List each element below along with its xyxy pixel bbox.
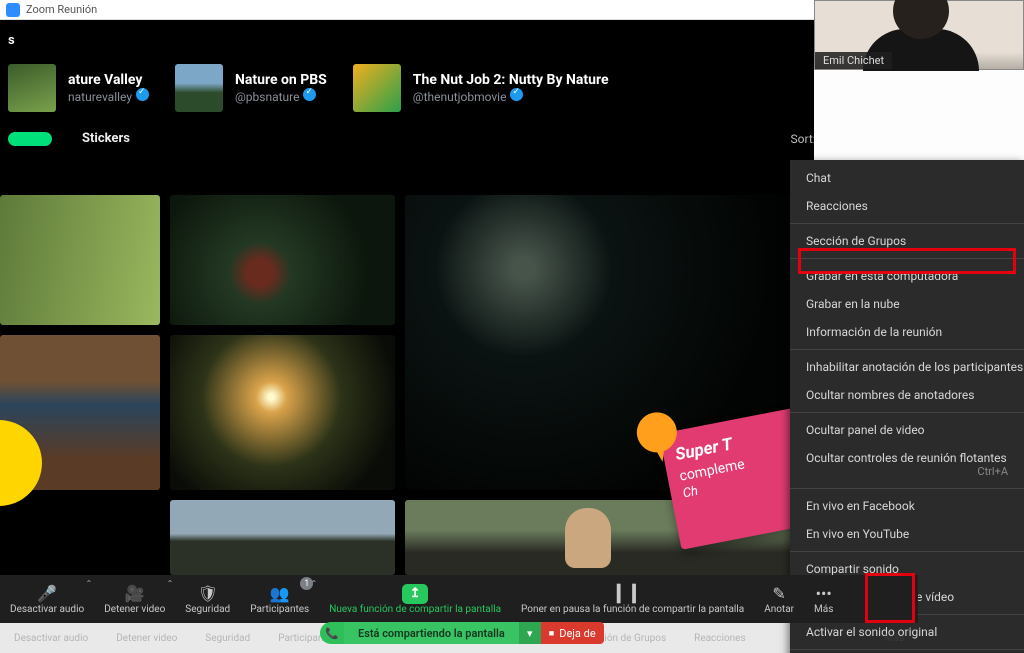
menu-item-hide-annotators[interactable]: Ocultar nombres de anotadores: [790, 381, 1024, 409]
menu-item-record-local[interactable]: Grabar en esta computadora: [790, 262, 1024, 290]
pencil-icon: ✎: [772, 584, 785, 604]
suggestion-item[interactable]: ature Valley naturevalley: [8, 64, 149, 112]
sharing-banner-call-icon[interactable]: [320, 622, 344, 644]
suggestion-handle: @pbsnature: [235, 88, 327, 104]
share-screen-icon: [402, 584, 428, 604]
content-header-label: s: [8, 33, 15, 48]
microphone-icon: 🎤: [37, 584, 57, 604]
webcam-name-label: Emil Chichet: [815, 52, 892, 69]
chevron-up-icon[interactable]: ⌃: [311, 579, 318, 588]
suggestion-handle: naturevalley: [68, 88, 149, 104]
menu-separator: [790, 223, 1024, 224]
gif-tile[interactable]: [0, 195, 160, 325]
suggestion-name: The Nut Job 2: Nutty By Nature: [413, 72, 609, 88]
menu-separator: [790, 488, 1024, 489]
screen-share-preview: s ature Valley naturevalley Nature on PB…: [0, 20, 920, 575]
sharing-banner: Está compartiendo la pantalla ▾ Deja de: [320, 622, 604, 644]
suggestion-name: ature Valley: [68, 72, 149, 88]
new-share-label: Nueva función de compartir la pantalla: [329, 604, 501, 615]
menu-item-live-facebook[interactable]: En vivo en Facebook: [790, 492, 1024, 520]
people-icon: 👥: [270, 584, 290, 604]
gif-tile[interactable]: [170, 500, 395, 575]
menu-item-breakout[interactable]: Sección de Grupos: [790, 227, 1024, 255]
new-share-button[interactable]: Nueva función de compartir la pantalla: [319, 575, 511, 623]
webcam-thumbnail[interactable]: Emil Chichet: [814, 0, 1024, 70]
shield-icon: 🛡: [198, 584, 218, 604]
video-button[interactable]: 🎥 Detener video ⌃: [94, 575, 175, 623]
tabs-row: Stickers Sort: Relevant Newest: [0, 124, 920, 163]
app-stage: Zoom Reunión — ▭ ✕ s ature Valley nature…: [0, 0, 1024, 653]
mute-label: Desactivar audio: [10, 604, 84, 615]
suggestion-thumb-icon: [175, 64, 223, 112]
security-label: Seguridad: [185, 604, 230, 615]
more-dots-icon: •••: [816, 584, 832, 604]
menu-shortcut: Ctrl+A: [977, 465, 1008, 478]
menu-item-disable-annotation[interactable]: Inhabilitar anotación de los participant…: [790, 353, 1024, 381]
menu-item-hide-video-panel[interactable]: Ocultar panel de video: [790, 416, 1024, 444]
menu-item-hide-floating-controls[interactable]: Ocultar controles de reunión flotantesCt…: [790, 444, 1024, 485]
stop-share-button[interactable]: Deja de: [541, 622, 604, 644]
annotate-button[interactable]: ✎ Anotar: [754, 575, 804, 623]
menu-item-record-cloud[interactable]: Grabar en la nube: [790, 290, 1024, 318]
menu-item-reactions[interactable]: Reacciones: [790, 192, 1024, 220]
security-button[interactable]: 🛡 Seguridad: [175, 575, 240, 623]
mute-button[interactable]: 🎤 Desactivar audio ⌃: [0, 575, 94, 623]
menu-separator: [790, 412, 1024, 413]
suggestion-row: ature Valley naturevalley Nature on PBS …: [0, 60, 920, 124]
menu-item-meeting-info[interactable]: Información de la reunión: [790, 318, 1024, 346]
menu-separator: [790, 349, 1024, 350]
gif-tile[interactable]: [170, 195, 395, 325]
participants-button[interactable]: 👥 Participantes 1 ⌃: [240, 575, 319, 623]
pause-share-label: Poner en pausa la función de compartir l…: [521, 604, 744, 615]
menu-separator: [790, 551, 1024, 552]
suggestion-item[interactable]: The Nut Job 2: Nutty By Nature @thenutjo…: [353, 64, 609, 112]
pause-icon: ▎▎: [617, 584, 648, 604]
camera-icon: 🎥: [125, 584, 145, 604]
content-header: s: [0, 20, 920, 60]
chevron-up-icon[interactable]: ⌃: [86, 579, 93, 588]
sharing-banner-dropdown[interactable]: ▾: [519, 622, 541, 644]
verified-badge-icon: [510, 88, 523, 101]
sharing-banner-text: Está compartiendo la pantalla: [344, 622, 519, 644]
more-label: Más: [814, 604, 833, 615]
annotate-label: Anotar: [764, 604, 794, 615]
menu-item-live-youtube[interactable]: En vivo en YouTube: [790, 520, 1024, 548]
suggestion-thumb-icon: [353, 64, 401, 112]
shared-content: s ature Valley naturevalley Nature on PB…: [0, 20, 920, 575]
pause-share-button[interactable]: ▎▎ Poner en pausa la función de comparti…: [511, 575, 754, 623]
menu-separator: [790, 258, 1024, 259]
gif-tile[interactable]: [0, 500, 160, 575]
suggestion-name: Nature on PBS: [235, 72, 327, 88]
participants-label: Participantes: [250, 604, 309, 615]
zoom-app-icon: [6, 3, 20, 17]
meeting-toolbar: 🎤 Desactivar audio ⌃ 🎥 Detener video ⌃ 🛡…: [0, 575, 918, 623]
verified-badge-icon: [303, 88, 316, 101]
suggestion-thumb-icon: [8, 64, 56, 112]
more-button[interactable]: ••• Más: [804, 575, 843, 623]
verified-badge-icon: [136, 88, 149, 101]
window-title: Zoom Reunión: [26, 3, 97, 16]
gif-tile[interactable]: [170, 335, 395, 490]
suggestion-item[interactable]: Nature on PBS @pbsnature: [175, 64, 327, 112]
menu-item-chat[interactable]: Chat: [790, 164, 1024, 192]
chevron-up-icon[interactable]: ⌃: [167, 579, 174, 588]
video-label: Detener video: [104, 604, 165, 615]
suggestion-handle: @thenutjobmovie: [413, 88, 609, 104]
tab-gifs[interactable]: [8, 132, 52, 146]
tab-stickers[interactable]: Stickers: [60, 124, 152, 153]
